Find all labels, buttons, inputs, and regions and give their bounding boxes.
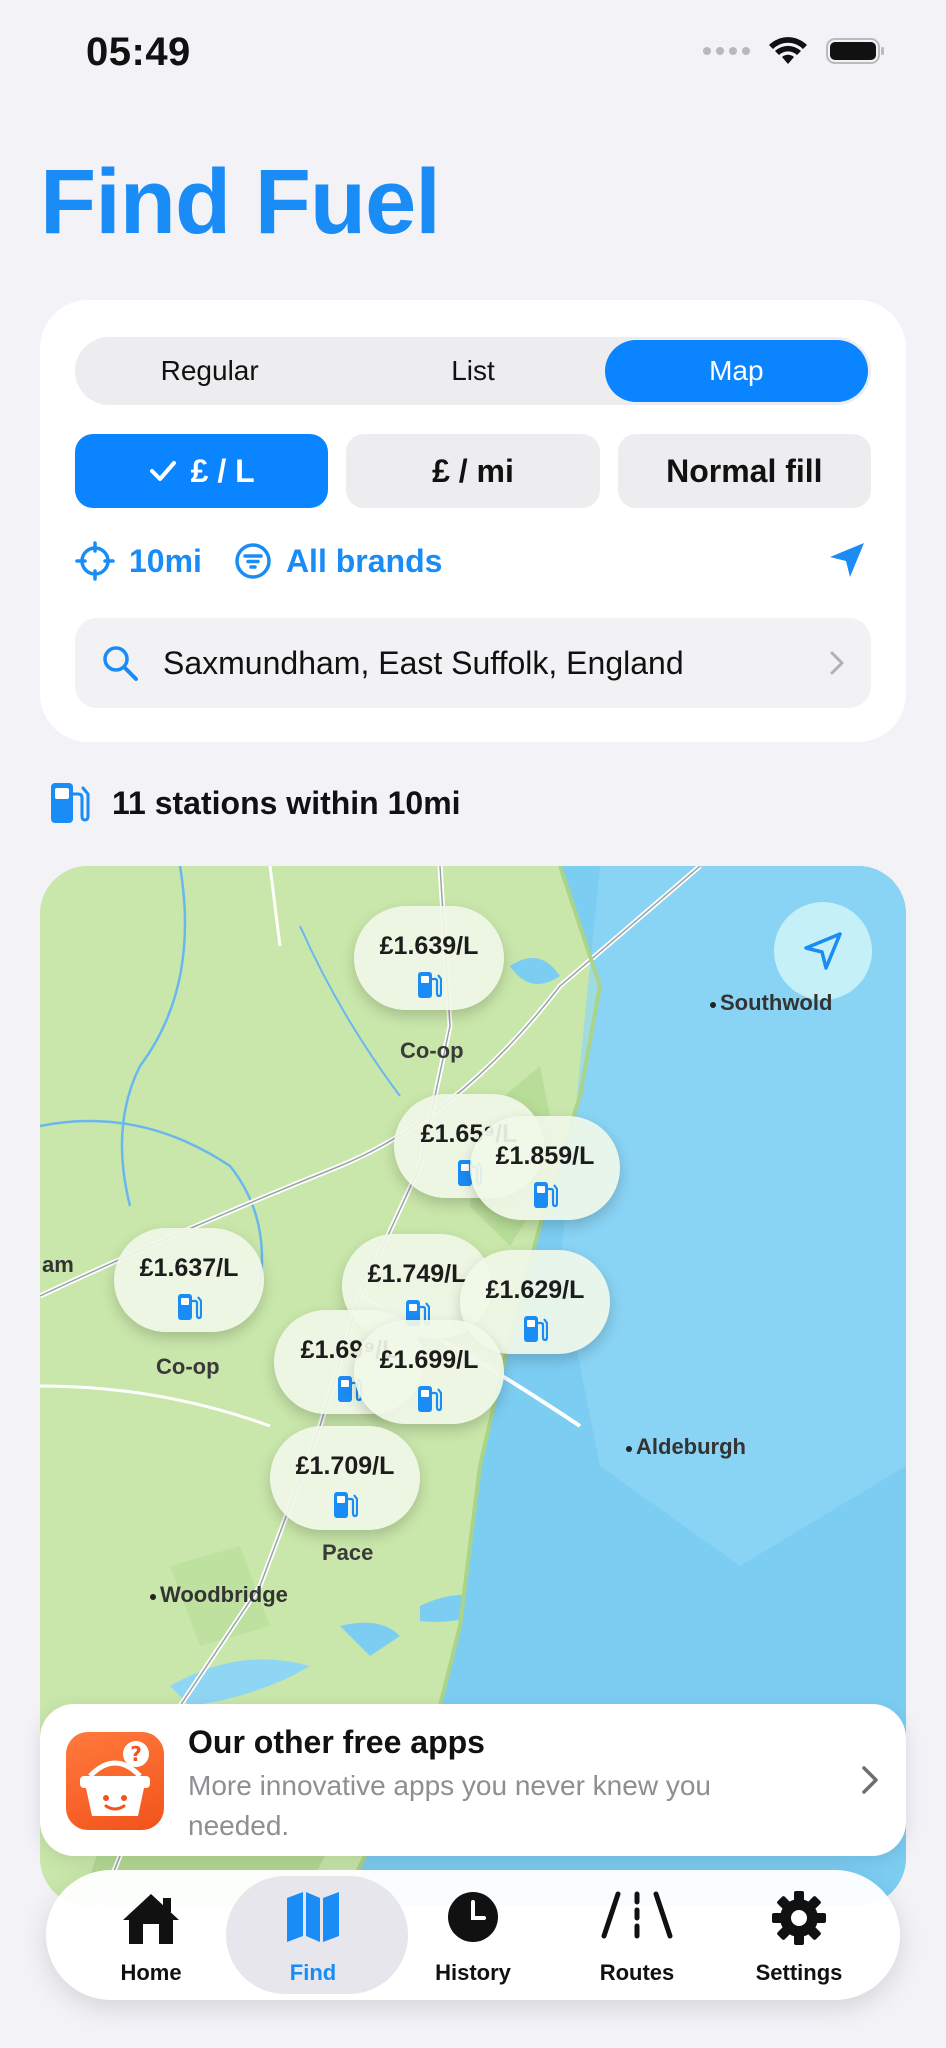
wifi-icon — [769, 37, 807, 64]
promo-title: Our other free apps — [188, 1724, 485, 1760]
gear-icon — [772, 1891, 826, 1945]
chevron-right-icon — [830, 651, 844, 675]
town-label: Southwold — [709, 990, 833, 1015]
chevron-right-icon — [862, 1766, 878, 1794]
search-location-text: Saxmundham, East Suffolk, England — [163, 644, 684, 681]
station-count-text: 11 stations within 10mi — [112, 784, 461, 821]
status-bar: 05:49 — [0, 0, 946, 110]
station-price: £1.859/L — [495, 1142, 595, 1170]
house-icon — [123, 1894, 179, 1944]
station-pin[interactable]: £1.859/L — [470, 1116, 620, 1220]
tab-settings[interactable]: Settings — [714, 1870, 884, 2000]
search-icon — [103, 646, 138, 681]
checkmark-icon — [149, 461, 176, 481]
station-brand: Co-op — [400, 1038, 464, 1063]
controls-card: Regular List Map £ / L £ / mi Normal fil… — [40, 300, 906, 742]
location-arrow-icon — [804, 932, 842, 970]
view-mode-segmented-control: Regular List Map — [75, 337, 871, 405]
segment-map[interactable]: Map — [604, 340, 868, 402]
recenter-map-button[interactable] — [774, 902, 872, 1000]
price-per-litre-button[interactable]: £ / L — [75, 434, 329, 508]
status-time: 05:49 — [86, 30, 191, 74]
segment-regular[interactable]: Regular — [78, 340, 341, 402]
price-per-mile-button[interactable]: £ / mi — [346, 434, 600, 508]
tab-find[interactable]: Find — [226, 1870, 408, 2000]
svg-text:?: ? — [130, 1742, 142, 1766]
town-label: Woodbridge — [150, 1582, 288, 1607]
station-price: £1.709/L — [295, 1452, 395, 1480]
brands-label: All brands — [285, 542, 443, 579]
tab-home[interactable]: Home — [66, 1870, 236, 2000]
tab-label: Find — [289, 1960, 337, 1985]
normal-fill-label: Normal fill — [666, 452, 823, 489]
station-brand: Co-op — [156, 1354, 220, 1379]
station-price: £1.629/L — [485, 1276, 585, 1304]
normal-fill-button[interactable]: Normal fill — [617, 434, 871, 508]
station-pin[interactable]: £1.637/L — [114, 1228, 264, 1332]
fuel-pump-icon — [534, 1182, 558, 1208]
town-label: am — [42, 1252, 74, 1277]
status-icons — [703, 36, 886, 66]
fuel-pump-icon — [334, 1492, 358, 1518]
battery-icon — [826, 38, 884, 64]
price-per-mile-label: £ / mi — [432, 452, 514, 489]
price-per-litre-label: £ / L — [190, 452, 255, 489]
clock-icon — [448, 1892, 498, 1942]
location-search[interactable]: Saxmundham, East Suffolk, England — [75, 618, 871, 708]
page-title: Find Fuel — [40, 151, 441, 253]
station-price: £1.639/L — [379, 932, 479, 960]
town-label: Aldeburgh — [626, 1434, 746, 1459]
fuel-pump-icon — [178, 1294, 202, 1320]
location-arrow-icon[interactable] — [827, 540, 867, 580]
cellular-signal-icon — [703, 47, 750, 55]
station-pin[interactable]: £1.699/L — [354, 1320, 504, 1424]
radius-filter[interactable]: 10mi — [75, 541, 202, 581]
tab-label: Settings — [755, 1960, 843, 1985]
price-metric-row: £ / L £ / mi Normal fill — [75, 434, 871, 508]
map-icon — [287, 1892, 339, 1942]
road-icon — [601, 1891, 673, 1939]
station-pin[interactable]: £1.639/L — [354, 906, 504, 1010]
tab-bar: Home Find History Routes Settings — [46, 1870, 900, 2000]
station-price: £1.637/L — [139, 1254, 239, 1282]
other-apps-promo[interactable]: ? Our other free apps More innovative ap… — [40, 1704, 906, 1856]
shopping-basket-app-icon: ? — [66, 1732, 164, 1830]
station-pin[interactable]: £1.709/L — [270, 1426, 420, 1530]
tab-label: History — [435, 1960, 511, 1985]
filter-row: 10mi All brands — [75, 536, 871, 586]
fuel-pump-icon — [524, 1316, 548, 1342]
brands-filter[interactable]: All brands — [234, 542, 442, 580]
station-brand: Pace — [322, 1540, 374, 1565]
crosshair-icon — [75, 541, 115, 581]
radius-label: 10mi — [129, 542, 202, 579]
tab-label: Routes — [599, 1960, 675, 1985]
station-price: £1.699/L — [379, 1346, 479, 1374]
tab-label: Home — [120, 1960, 182, 1985]
tab-routes[interactable]: Routes — [552, 1870, 722, 2000]
tab-history[interactable]: History — [388, 1870, 558, 2000]
segment-list[interactable]: List — [341, 340, 604, 402]
fuel-pump-icon — [418, 1386, 442, 1412]
fuel-pump-icon — [51, 783, 90, 823]
fuel-pump-icon — [418, 972, 442, 998]
filter-icon — [235, 543, 271, 579]
promo-subtitle: More innovative apps you never knew you … — [188, 1770, 711, 1841]
station-count: 11 stations within 10mi — [48, 780, 461, 826]
